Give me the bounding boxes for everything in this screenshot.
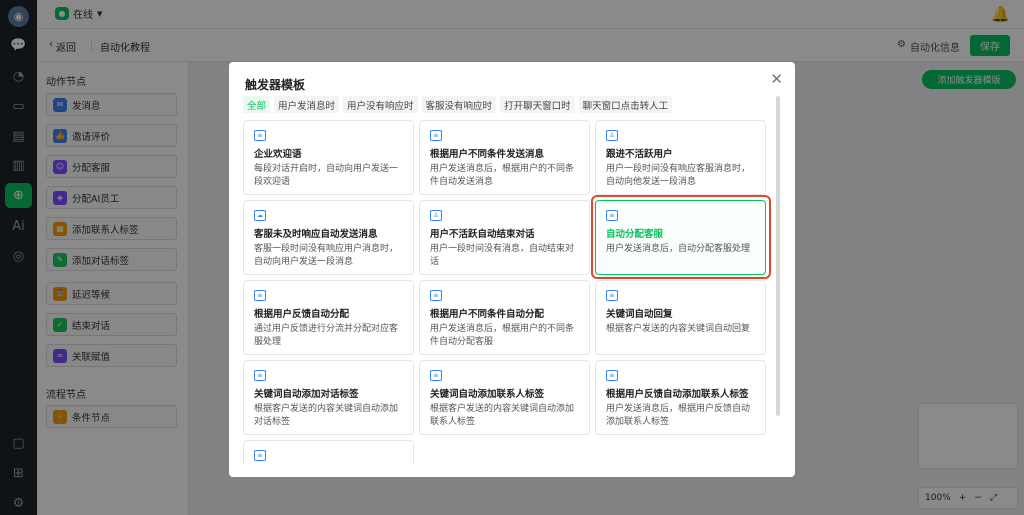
chat-icon: ≡ xyxy=(254,130,266,141)
tab-all[interactable]: 全部 xyxy=(243,96,271,113)
card-title: 根据用户不同条件自动分配 xyxy=(430,309,545,320)
chat-icon: ≡ xyxy=(254,370,266,381)
card-title: 客服未及时响应自动发送消息 xyxy=(254,229,378,240)
card-title: 关键词自动添加对话标签 xyxy=(254,389,359,400)
template-card[interactable]: ≡ xyxy=(243,440,414,465)
template-card[interactable]: ♙ 用户不活跃自动结束对话用户一段时间没有消息，自动结束对话 xyxy=(419,200,590,275)
filter-tabs: 全部 用户发消息时 用户没有响应时 客服没有响应时 打开聊天窗口时 聊天窗口点击… xyxy=(243,96,673,113)
template-grid: ≡ 企业欢迎语每段对话开启时，自动向用户发送一段欢迎语 ≡ 根据用户不同条件发送消息… xyxy=(243,120,767,465)
tab-user-sends[interactable]: 用户发消息时 xyxy=(274,96,340,113)
chat-icon: ≡ xyxy=(430,370,442,381)
card-title: 企业欢迎语 xyxy=(254,149,302,160)
chat-icon: ≡ xyxy=(606,370,618,381)
highlight-box xyxy=(591,195,771,279)
template-card[interactable]: ≡ 根据用户不同条件自动分配用户发送消息后，根据用户的不同条件自动分配客服 xyxy=(419,280,590,355)
user-follow-icon: ♙ xyxy=(606,130,618,141)
chat-icon: ≡ xyxy=(430,130,442,141)
card-title: 跟进不活跃用户 xyxy=(606,149,673,160)
card-desc: 客服一段时间没有响应用户消息时，自动向用户发送一段消息 xyxy=(254,244,399,267)
template-card[interactable]: ≡ 关键词自动回复根据客户发送的内容关键词自动回复 xyxy=(595,280,766,355)
card-desc: 根据客户发送的内容关键词自动添加联系人标签 xyxy=(430,404,575,427)
card-title: 根据用户反馈自动分配 xyxy=(254,309,350,320)
card-desc: 用户一段时间没有响应客服消息时，自动向他发送一段消息 xyxy=(606,164,751,187)
card-title: 用户不活跃自动结束对话 xyxy=(430,229,535,240)
template-card[interactable]: ≡ 关键词自动添加对话标签根据客户发送的内容关键词自动添加对话标签 xyxy=(243,360,414,435)
card-desc: 根据客户发送的内容关键词自动添加对话标签 xyxy=(254,404,399,427)
modal-title: 触发器模板 xyxy=(245,78,306,92)
card-desc: 根据客户发送的内容关键词自动回复 xyxy=(606,324,751,334)
template-card[interactable]: ≡ 根据用户反馈自动添加联系人标签用户发送消息后，根据用户反馈自动添加联系人标签 xyxy=(595,360,766,435)
template-card[interactable]: ≡ 企业欢迎语每段对话开启时，自动向用户发送一段欢迎语 xyxy=(243,120,414,195)
template-card[interactable]: ≡ 根据用户不同条件发送消息用户发送消息后，根据用户的不同条件自动发送消息 xyxy=(419,120,590,195)
modal-scrollbar[interactable] xyxy=(776,96,780,416)
card-title: 根据用户反馈自动添加联系人标签 xyxy=(606,389,749,400)
chat-icon: ≡ xyxy=(430,290,442,301)
tab-agent-no-response[interactable]: 客服没有响应时 xyxy=(421,96,497,113)
card-title: 关键词自动回复 xyxy=(606,309,673,320)
tab-user-no-response[interactable]: 用户没有响应时 xyxy=(343,96,418,113)
card-desc: 通过用户反馈进行分流并分配对应客服处理 xyxy=(254,324,399,347)
chat-icon: ≡ xyxy=(254,290,266,301)
card-title: 关键词自动添加联系人标签 xyxy=(430,389,545,400)
headset-icon: ☁ xyxy=(254,210,266,221)
template-card[interactable]: ♙ 跟进不活跃用户用户一段时间没有响应客服消息时，自动向他发送一段消息 xyxy=(595,120,766,195)
card-desc: 用户发送消息后，根据用户的不同条件自动分配客服 xyxy=(430,324,575,347)
template-card[interactable]: ☁ 客服未及时响应自动发送消息客服一段时间没有响应用户消息时，自动向用户发送一段消… xyxy=(243,200,414,275)
card-desc: 每段对话开启时，自动向用户发送一段欢迎语 xyxy=(254,164,399,187)
close-icon[interactable]: ✕ xyxy=(770,70,783,88)
card-desc: 用户发送消息后，根据用户的不同条件自动发送消息 xyxy=(430,164,575,187)
template-card[interactable]: ≡ 关键词自动添加联系人标签根据客户发送的内容关键词自动添加联系人标签 xyxy=(419,360,590,435)
tab-transfer-human[interactable]: 聊天窗口点击转人工 xyxy=(578,96,673,113)
chat-icon: ≡ xyxy=(606,290,618,301)
template-card[interactable]: ≡ 根据用户反馈自动分配通过用户反馈进行分流并分配对应客服处理 xyxy=(243,280,414,355)
chat-icon: ≡ xyxy=(254,450,266,461)
card-title: 根据用户不同条件发送消息 xyxy=(430,149,545,160)
tab-open-chat[interactable]: 打开聊天窗口时 xyxy=(500,96,575,113)
card-desc: 用户一段时间没有消息，自动结束对话 xyxy=(430,244,575,267)
user-icon: ♙ xyxy=(430,210,442,221)
card-desc: 用户发送消息后，根据用户反馈自动添加联系人标签 xyxy=(606,404,751,427)
